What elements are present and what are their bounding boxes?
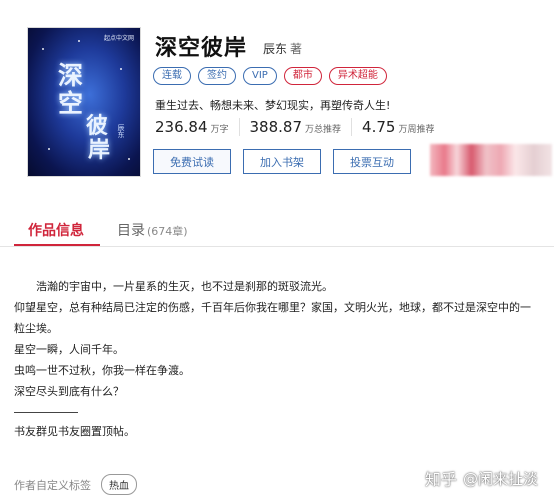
blurred-banner (430, 144, 552, 176)
tab-catalog-label: 目录 (117, 223, 145, 239)
vote-button[interactable]: 投票互动 (333, 149, 411, 174)
watermark-site: 知乎 (424, 470, 457, 489)
tag-subcategory[interactable]: 异术超能 (328, 67, 387, 85)
cover-star (128, 158, 130, 160)
active-tab-indicator (14, 244, 100, 246)
cover-star (78, 40, 80, 42)
watermark-user: @闲来扯淡 (462, 469, 538, 488)
book-stats: 236.84 万字 388.87 万总推荐 4.75 万周推荐 (155, 118, 454, 136)
stat-total-recommend: 388.87 万总推荐 (250, 118, 353, 136)
free-trial-button[interactable]: 免费试读 (153, 149, 231, 174)
tag-category[interactable]: 都市 (283, 67, 322, 85)
tab-catalog[interactable]: 目录 (674章) (117, 220, 188, 240)
description-line: 虫鸣一世不过秋，你我一样在争渡。 (14, 364, 190, 377)
description-line: 深空尽头到底有什么？ (14, 385, 124, 398)
tag-signed: 签约 (198, 67, 236, 85)
cover-star (48, 148, 50, 150)
stat-value: 388.87 (249, 118, 303, 136)
cover-author: 辰东 (117, 124, 125, 138)
cover-title-char: 空 (58, 89, 84, 118)
stat-weekly-recommend: 4.75 万周推荐 (362, 118, 444, 136)
description-line: 浩瀚的宇宙中，一片星系的生灭，也不过是刹那的斑驳流光。 (36, 280, 333, 293)
cover-title-char: 岸 (88, 138, 111, 163)
book-description: 浩瀚的宇宙中，一片星系的生灭，也不过是刹那的斑驳流光。 仰望星空，总有种结局已注… (14, 276, 540, 442)
stat-unit: 万字 (210, 125, 229, 135)
description-divider (14, 412, 78, 413)
book-title: 深空彼岸 (155, 36, 248, 61)
cover-publisher-logo: 起点中文网 (103, 35, 134, 42)
book-author: 辰东著 (263, 40, 302, 57)
author-tags-row: 作者自定义标签 热血 (14, 474, 137, 495)
cover-star (42, 48, 44, 50)
description-note: 书友群见书友圈置顶帖。 (14, 425, 135, 438)
stat-value: 4.75 (362, 118, 396, 136)
stat-word-count: 236.84 万字 (155, 118, 240, 136)
add-to-shelf-button[interactable]: 加入书架 (243, 149, 321, 174)
cover-star (120, 68, 122, 70)
author-tag-chip[interactable]: 热血 (101, 474, 137, 495)
book-tabs: 作品信息 目录 (674章) (0, 212, 554, 247)
tag-vip: VIP (243, 67, 277, 85)
zhihu-watermark: 知乎 @闲来扯淡 (425, 466, 538, 490)
description-line: 星空一瞬，人间千年。 (14, 343, 124, 356)
stat-unit: 万周推荐 (398, 125, 435, 135)
author-tags-label: 作者自定义标签 (14, 478, 91, 492)
book-intro: 重生过去、畅想未来、梦幻现实，再塑传奇人生! (155, 99, 391, 112)
book-actions: 免费试读 加入书架 投票互动 (153, 149, 411, 174)
author-name[interactable]: 辰东 (263, 42, 287, 56)
tab-catalog-count: (674章) (147, 225, 188, 238)
book-cover-image[interactable]: 起点中文网 深 空 彼 岸 辰东 (28, 28, 140, 176)
description-line: 仰望星空，总有种结局已注定的伤感，千百年后你我在哪里？家国，文明火光，地球，都不… (14, 301, 531, 335)
tab-book-info[interactable]: 作品信息 (28, 220, 84, 240)
book-tags: 连载 签约 VIP 都市 异术超能 (153, 67, 387, 85)
tag-status: 连载 (153, 67, 191, 85)
stat-value: 236.84 (155, 118, 208, 136)
author-suffix: 著 (290, 42, 303, 56)
stat-unit: 万总推荐 (305, 125, 342, 135)
